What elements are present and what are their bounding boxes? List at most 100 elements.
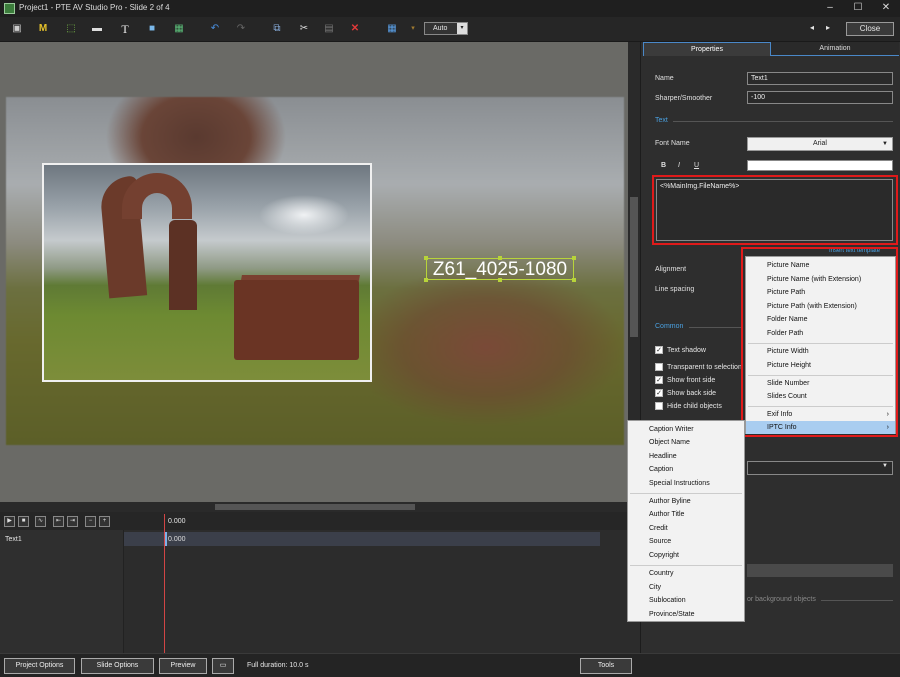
track-name[interactable]: Text1 (5, 536, 22, 543)
menu-item-slides-count[interactable]: Slides Count (746, 390, 895, 403)
image-icon[interactable]: ▦ (172, 22, 186, 36)
scroll-thumb[interactable] (630, 197, 638, 337)
menu-item-slide-number[interactable]: Slide Number (746, 377, 895, 390)
play-button[interactable]: ▶ (4, 516, 15, 527)
grid-icon[interactable]: ▦ (385, 22, 399, 36)
menu-item-picture-height[interactable]: Picture Height (746, 359, 895, 372)
close-button[interactable]: Close (846, 22, 894, 36)
menu-item-headline[interactable]: Headline (628, 450, 744, 463)
text-shadow-checkbox[interactable]: ✓ Text shadow (655, 346, 706, 354)
chevron-down-icon[interactable]: ▼ (882, 138, 888, 150)
menu-item-picture-name[interactable]: Picture Name (746, 259, 895, 272)
next-slide-icon[interactable]: ▸ (826, 23, 830, 32)
chevron-down-icon[interactable]: ▾ (457, 23, 467, 34)
delete-icon[interactable]: ✕ (348, 22, 362, 36)
menu-item-copyright[interactable]: Copyright (628, 549, 744, 562)
track-row[interactable] (124, 532, 600, 546)
transparent-checkbox[interactable]: Transparent to selection (655, 363, 745, 371)
chevron-down-icon[interactable]: ▼ (882, 463, 888, 469)
checkbox-icon[interactable] (655, 363, 663, 371)
show-front-checkbox[interactable]: ✓ Show front side (655, 376, 715, 384)
cut-icon[interactable]: ✂ (297, 22, 311, 36)
horizontal-scrollbar[interactable] (0, 502, 640, 512)
menu-item-picture-path[interactable]: Picture Path (746, 286, 895, 299)
next-key-button[interactable]: ⇥ (67, 516, 78, 527)
text-color-swatch[interactable] (747, 160, 893, 171)
resize-handle[interactable] (498, 278, 502, 282)
menu-item-city[interactable]: City (628, 581, 744, 594)
divider (821, 600, 893, 601)
minimize-button[interactable]: – (816, 0, 844, 17)
menu-item-caption[interactable]: Caption (628, 463, 744, 476)
scroll-thumb[interactable] (215, 504, 415, 510)
name-field[interactable]: Text1 (747, 72, 893, 85)
menu-item-picture-path-ext[interactable]: Picture Path (with Extension) (746, 300, 895, 313)
menu-item-caption-writer[interactable]: Caption Writer (628, 423, 744, 436)
menu-item-iptc-info[interactable]: IPTC Info › (746, 421, 895, 434)
menu-item-special-instructions[interactable]: Special Instructions (628, 477, 744, 490)
text-content-field[interactable]: <%MainImg.FileName%> (656, 179, 893, 241)
menu-item-picture-width[interactable]: Picture Width (746, 345, 895, 358)
resize-handle[interactable] (424, 256, 428, 260)
menu-item-folder-path[interactable]: Folder Path (746, 327, 895, 340)
project-options-button[interactable]: Project Options (4, 658, 75, 674)
preview-button[interactable]: Preview (159, 658, 207, 674)
waveform-button[interactable]: ∿ (35, 516, 46, 527)
menu-item-object-name[interactable]: Object Name (628, 436, 744, 449)
foreground-image[interactable] (42, 163, 372, 382)
checkbox-checked-icon[interactable]: ✓ (655, 346, 663, 354)
menu-item-province-state[interactable]: Province/State (628, 608, 744, 621)
menu-item-sublocation[interactable]: Sublocation (628, 594, 744, 607)
menu-item-author-title[interactable]: Author Title (628, 508, 744, 521)
resize-handle[interactable] (572, 278, 576, 282)
camera-icon[interactable]: ▣ (10, 22, 24, 36)
text-card-icon[interactable]: ▬ (90, 22, 104, 36)
playhead[interactable] (164, 514, 165, 654)
paste-icon[interactable]: ▤ (322, 22, 336, 36)
zoom-select[interactable]: Auto ▾ (424, 22, 468, 35)
zoom-in-button[interactable]: + (99, 516, 110, 527)
resize-handle[interactable] (424, 278, 428, 282)
stop-button[interactable]: ■ (18, 516, 29, 527)
redo-icon[interactable]: ↷ (234, 22, 248, 36)
tab-animation[interactable]: Animation (771, 42, 899, 56)
menu-item-credit[interactable]: Credit (628, 522, 744, 535)
sharper-field[interactable]: -100 (747, 91, 893, 104)
menu-item-picture-name-ext[interactable]: Picture Name (with Extension) (746, 273, 895, 286)
show-back-checkbox[interactable]: ✓ Show back side (655, 389, 716, 397)
menu-item-country[interactable]: Country (628, 567, 744, 580)
m-icon[interactable]: M (36, 22, 50, 36)
resize-handle[interactable] (572, 256, 576, 260)
menu-item-source[interactable]: Source (628, 535, 744, 548)
font-select[interactable]: Arial ▼ (747, 137, 893, 151)
slide-options-button[interactable]: Slide Options (81, 658, 154, 674)
tools-button[interactable]: Tools (580, 658, 632, 674)
dropdown-field[interactable]: ▼ (747, 461, 893, 475)
rectangle-icon[interactable]: ■ (145, 22, 159, 36)
canvas-text-object[interactable]: Z61_4025-1080 (426, 258, 574, 280)
undo-icon[interactable]: ↶ (208, 22, 222, 36)
checkbox-icon[interactable] (655, 402, 663, 410)
maximize-button[interactable]: ☐ (844, 0, 872, 17)
pin-icon[interactable]: ▾ (406, 22, 420, 36)
menu-item-folder-name[interactable]: Folder Name (746, 313, 895, 326)
checkbox-checked-icon[interactable]: ✓ (655, 376, 663, 384)
resize-handle[interactable] (498, 256, 502, 260)
bold-button[interactable]: B (661, 162, 666, 169)
prev-slide-icon[interactable]: ◂ (810, 23, 814, 32)
menu-item-author-byline[interactable]: Author Byline (628, 495, 744, 508)
frame-icon[interactable]: ⬚ (64, 22, 78, 36)
font-value: Arial (812, 140, 827, 147)
close-window-button[interactable]: ✕ (872, 0, 900, 17)
italic-button[interactable]: I (678, 162, 680, 169)
menu-item-exif-info[interactable]: Exif Info › (746, 408, 895, 421)
zoom-out-button[interactable]: − (85, 516, 96, 527)
prev-key-button[interactable]: ⇤ (53, 516, 64, 527)
tab-properties[interactable]: Properties (643, 42, 771, 56)
checkbox-checked-icon[interactable]: ✓ (655, 389, 663, 397)
copy-icon[interactable]: ⧉ (270, 22, 284, 36)
hide-child-checkbox[interactable]: Hide child objects (655, 402, 722, 410)
preview-window-icon[interactable]: ▭ (212, 658, 234, 674)
underline-button[interactable]: U (694, 162, 699, 169)
text-icon[interactable]: T (118, 22, 132, 36)
